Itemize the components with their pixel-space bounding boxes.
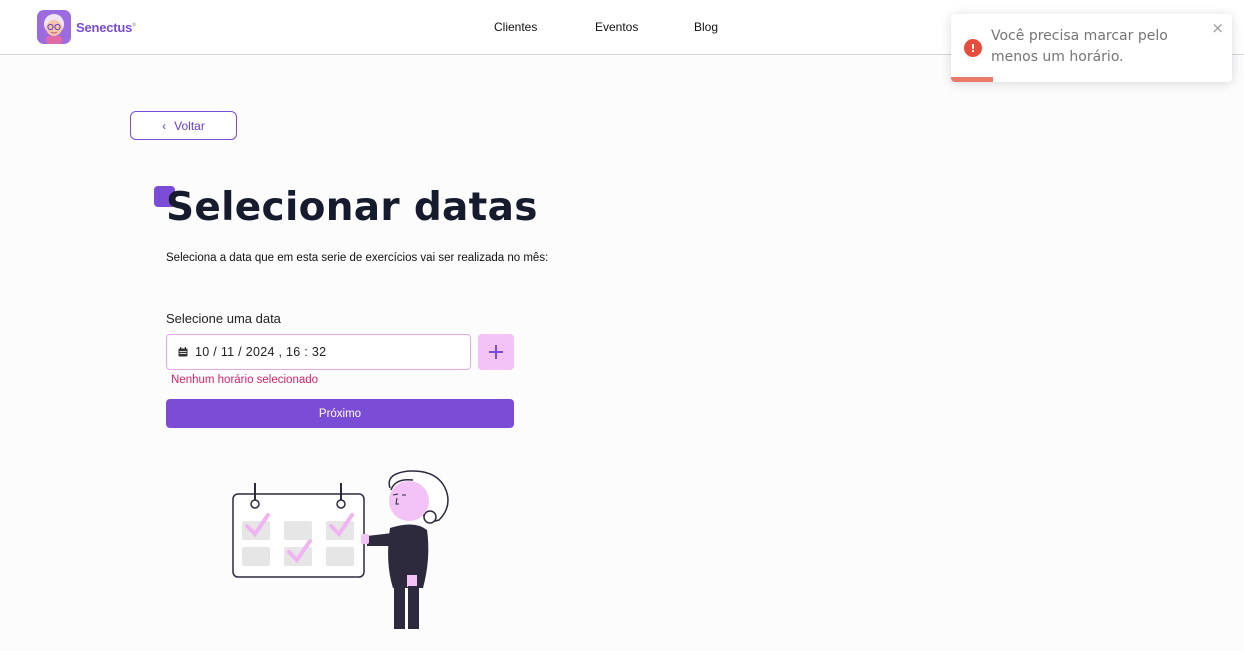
exclamation-circle-icon: ! bbox=[964, 39, 982, 57]
calendar-icon bbox=[178, 347, 188, 357]
back-button[interactable]: ‹ Voltar bbox=[130, 111, 237, 140]
nav-link-blog[interactable]: Blog bbox=[694, 20, 718, 34]
toast-progress-bar bbox=[951, 77, 994, 82]
chevron-left-icon: ‹ bbox=[162, 118, 167, 133]
toast-message: Você precisa marcar pelo menos um horári… bbox=[991, 28, 1168, 65]
validation-error: Nenhum horário selecionado bbox=[171, 374, 319, 386]
calendar-person-illustration bbox=[232, 470, 449, 629]
close-icon[interactable]: × bbox=[1211, 19, 1224, 37]
page-subtitle: Seleciona a data que em esta serie de ex… bbox=[166, 252, 549, 264]
back-button-label: Voltar bbox=[174, 118, 205, 133]
logo-icon bbox=[37, 10, 71, 44]
plus-icon bbox=[489, 345, 503, 359]
nav-link-eventos[interactable]: Eventos bbox=[595, 20, 638, 34]
datetime-value: 10 / 11 / 2024 , 16 : 32 bbox=[195, 345, 327, 359]
brand-name: Senectus® bbox=[76, 19, 136, 35]
datetime-input[interactable]: 10 / 11 / 2024 , 16 : 32 bbox=[166, 334, 471, 370]
next-button[interactable]: Próximo bbox=[166, 399, 514, 428]
error-toast: ! Você precisa marcar pelo menos um horá… bbox=[951, 14, 1232, 82]
brand-logo[interactable]: Senectus® bbox=[37, 10, 136, 44]
page-title: Selecionar datas bbox=[166, 185, 538, 230]
date-field-label: Selecione uma data bbox=[166, 311, 281, 326]
nav-link-clientes[interactable]: Clientes bbox=[494, 20, 537, 34]
add-date-button[interactable] bbox=[478, 334, 514, 370]
